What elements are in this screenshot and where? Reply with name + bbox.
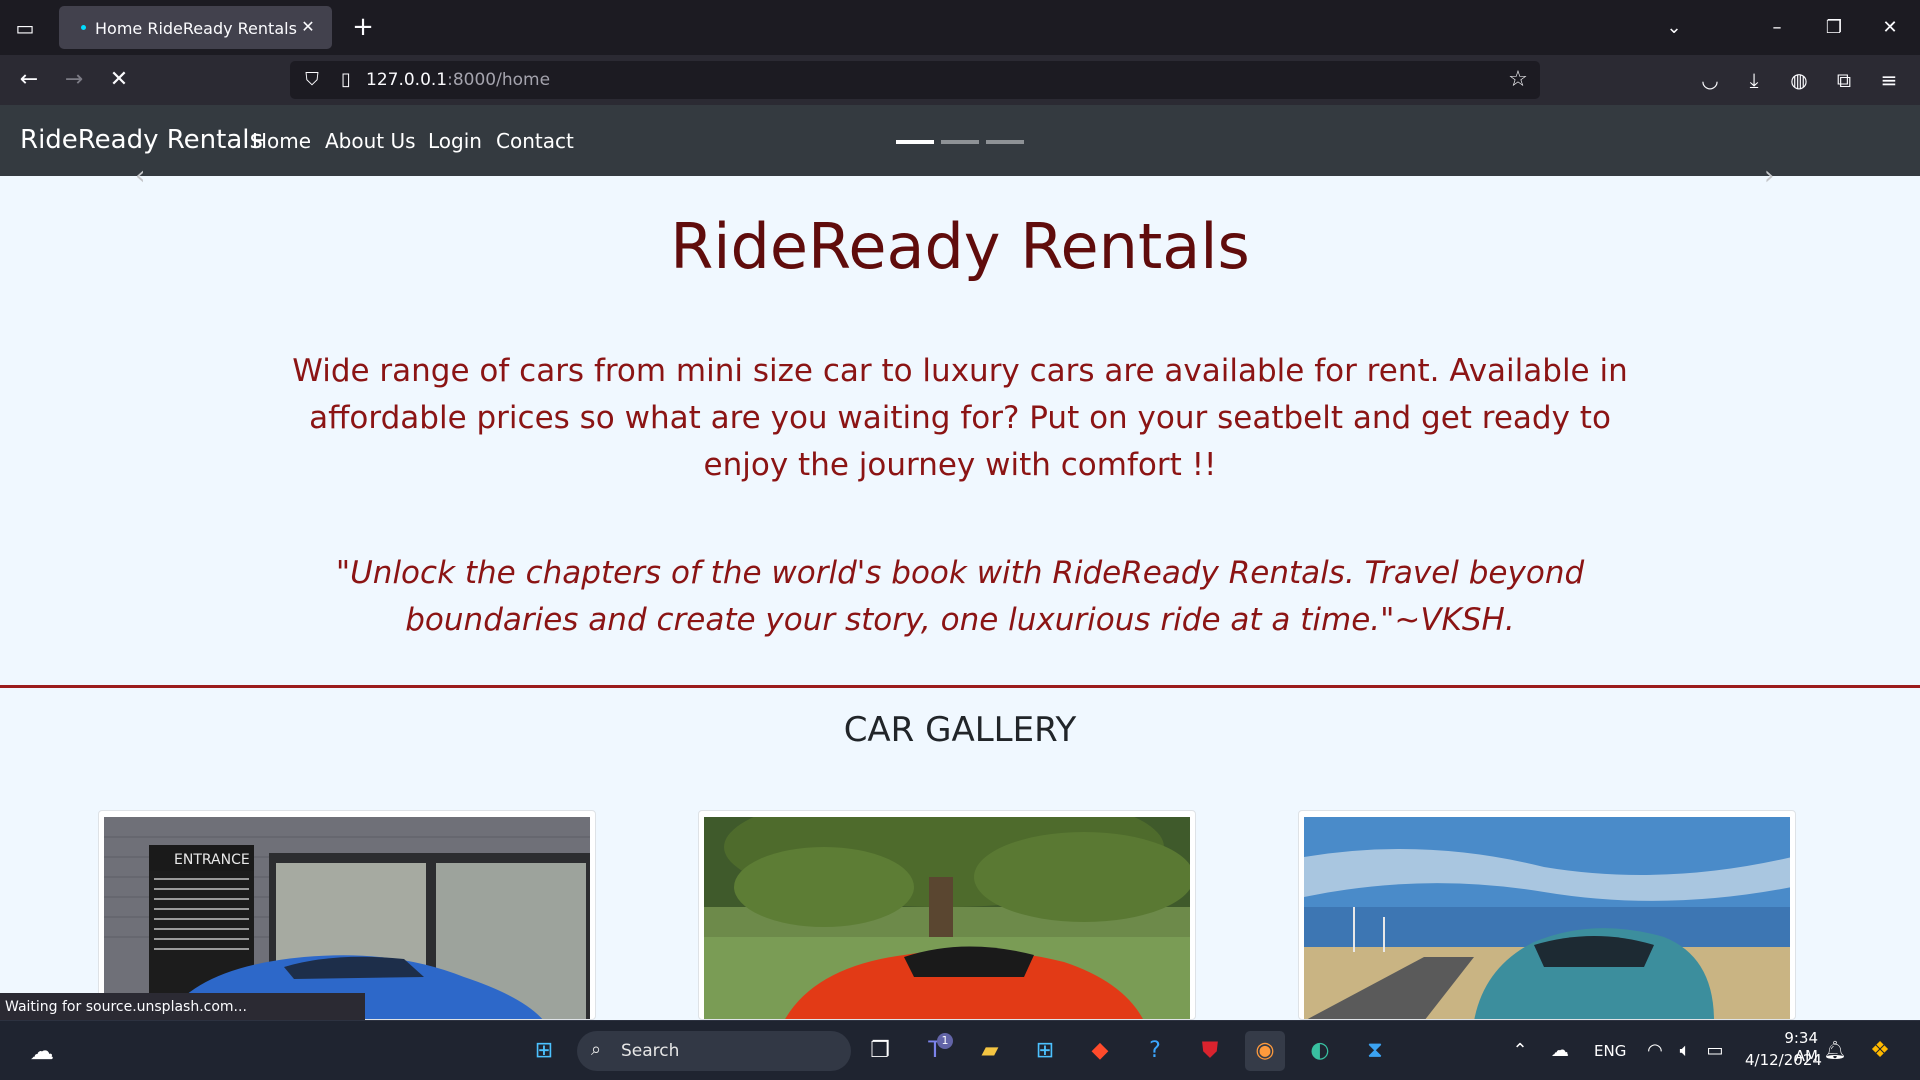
restore-icon[interactable]: ❐ <box>1816 10 1852 46</box>
close-window-icon[interactable]: ✕ <box>1872 10 1908 46</box>
status-tooltip: Waiting for source.unsplash.com... <box>0 993 365 1021</box>
entrance-sign: ENTRANCE <box>174 852 250 868</box>
app-diamond-icon[interactable]: ◆ <box>1080 1031 1120 1071</box>
url-bar[interactable]: ⛉ ▯ 127.0.0.1:8000/home ☆ <box>290 61 1540 99</box>
onedrive-icon[interactable]: ☁ <box>1540 1031 1580 1071</box>
taskbar-search-label: Search <box>621 1041 680 1061</box>
tab-title: Home RideReady Rentals <box>95 19 297 38</box>
car-photo-red <box>704 817 1190 1019</box>
minimize-icon[interactable]: – <box>1759 10 1795 46</box>
forward-icon[interactable]: → <box>57 63 91 97</box>
stop-loading-icon[interactable]: ✕ <box>102 63 136 97</box>
mcafee-icon[interactable]: ⛊ <box>1190 1031 1230 1071</box>
hero-title: RideReady Rentals <box>670 210 1250 283</box>
clock-date[interactable]: 4/12/2024 <box>1745 1051 1822 1069</box>
url-host: 127.0.0.1 <box>366 70 448 90</box>
pocket-icon[interactable]: ◡ <box>1693 63 1727 97</box>
carousel-indicator-2[interactable] <box>941 140 979 144</box>
gallery-card-1[interactable]: ENTRANCE <box>98 810 596 1020</box>
back-icon[interactable]: ← <box>12 63 46 97</box>
teams-badge: 1 <box>937 1033 953 1049</box>
bookmark-star-icon[interactable]: ☆ <box>1504 66 1532 94</box>
menu-icon[interactable]: ≡ <box>1872 63 1906 97</box>
battery-icon[interactable]: ▭ <box>1695 1031 1735 1071</box>
nav-contact[interactable]: Contact <box>496 129 574 153</box>
downloads-icon[interactable]: ⤓ <box>1737 63 1771 97</box>
shield-icon[interactable]: ⛉ <box>298 66 326 94</box>
carousel-indicator-1[interactable] <box>896 140 934 144</box>
nav-login[interactable]: Login <box>428 129 482 153</box>
carousel-prev-icon[interactable]: ‹ <box>135 161 145 191</box>
car-photo-teal <box>1304 817 1790 1019</box>
browser-tab-strip: ▭ Home RideReady Rentals ✕ + ⌄ – ❐ ✕ <box>0 0 1920 55</box>
page-info-icon[interactable]: ▯ <box>332 66 360 94</box>
extensions-icon[interactable]: ⧉ <box>1827 63 1861 97</box>
brand-link[interactable]: RideReady Rentals <box>20 125 263 155</box>
notification-bell-icon[interactable]: 🔔︎ <box>1815 1031 1855 1071</box>
carousel-indicator-3[interactable] <box>986 140 1024 144</box>
show-hidden-icons-icon[interactable]: ⌃ <box>1500 1031 1540 1071</box>
firefox-icon[interactable]: ◉ <box>1245 1031 1285 1071</box>
language-indicator[interactable]: ENG <box>1594 1042 1626 1060</box>
url-text[interactable]: 127.0.0.1:8000/home <box>366 70 550 90</box>
close-tab-icon[interactable]: ✕ <box>296 15 320 39</box>
hero-description: Wide range of cars from mini size car to… <box>292 353 1628 483</box>
carousel-next-icon[interactable]: › <box>1764 161 1774 191</box>
nav-about-us[interactable]: About Us <box>325 129 416 153</box>
browser-nav-bar: ← → ✕ ⛉ ▯ 127.0.0.1:8000/home ☆ ◡ ⤓ ◍ ⧉ … <box>0 55 1920 105</box>
taskbar-search[interactable]: ⌕ Search <box>577 1031 851 1071</box>
new-tab-icon[interactable]: + <box>348 12 378 42</box>
teams-icon[interactable]: T1 <box>915 1031 955 1071</box>
windows-start-icon[interactable]: ⊞ <box>524 1031 564 1071</box>
weather-icon[interactable]: ☁ <box>22 1031 62 1071</box>
section-divider <box>0 685 1920 688</box>
gallery-card-2[interactable] <box>698 810 1196 1020</box>
edge-icon[interactable]: ◐ <box>1300 1031 1340 1071</box>
taskbar: ☁ ⊞ ⌕ Search ❐ T1 ▰ ⊞ ◆ ? ⛊ ◉ ◐ ⧗ ⌃ ☁ EN… <box>0 1020 1920 1080</box>
file-explorer-icon[interactable]: ▰ <box>970 1031 1010 1071</box>
tab-list-icon[interactable]: ▭ <box>10 13 40 43</box>
account-icon[interactable]: ◍ <box>1782 63 1816 97</box>
task-view-icon[interactable]: ❐ <box>860 1031 900 1071</box>
url-path: :8000/home <box>447 70 551 90</box>
site-navbar: RideReady Rentals Home About Us Login Co… <box>0 105 1920 191</box>
gallery-title: CAR GALLERY <box>843 710 1077 750</box>
help-icon[interactable]: ? <box>1135 1031 1175 1071</box>
list-all-tabs-icon[interactable]: ⌄ <box>1656 10 1692 46</box>
tab-active[interactable]: Home RideReady Rentals ✕ <box>59 6 332 49</box>
search-icon: ⌕ <box>591 1039 602 1060</box>
copilot-icon[interactable]: ❖ <box>1860 1031 1900 1071</box>
store-icon[interactable]: ⊞ <box>1025 1031 1065 1071</box>
car-photo-blue: ENTRANCE <box>104 817 590 1019</box>
loading-dot-icon <box>81 25 86 30</box>
gallery-card-3[interactable] <box>1298 810 1796 1020</box>
hero-quote: "Unlock the chapters of the world's book… <box>335 555 1585 638</box>
vscode-icon[interactable]: ⧗ <box>1355 1031 1395 1071</box>
nav-home[interactable]: Home <box>252 129 311 153</box>
